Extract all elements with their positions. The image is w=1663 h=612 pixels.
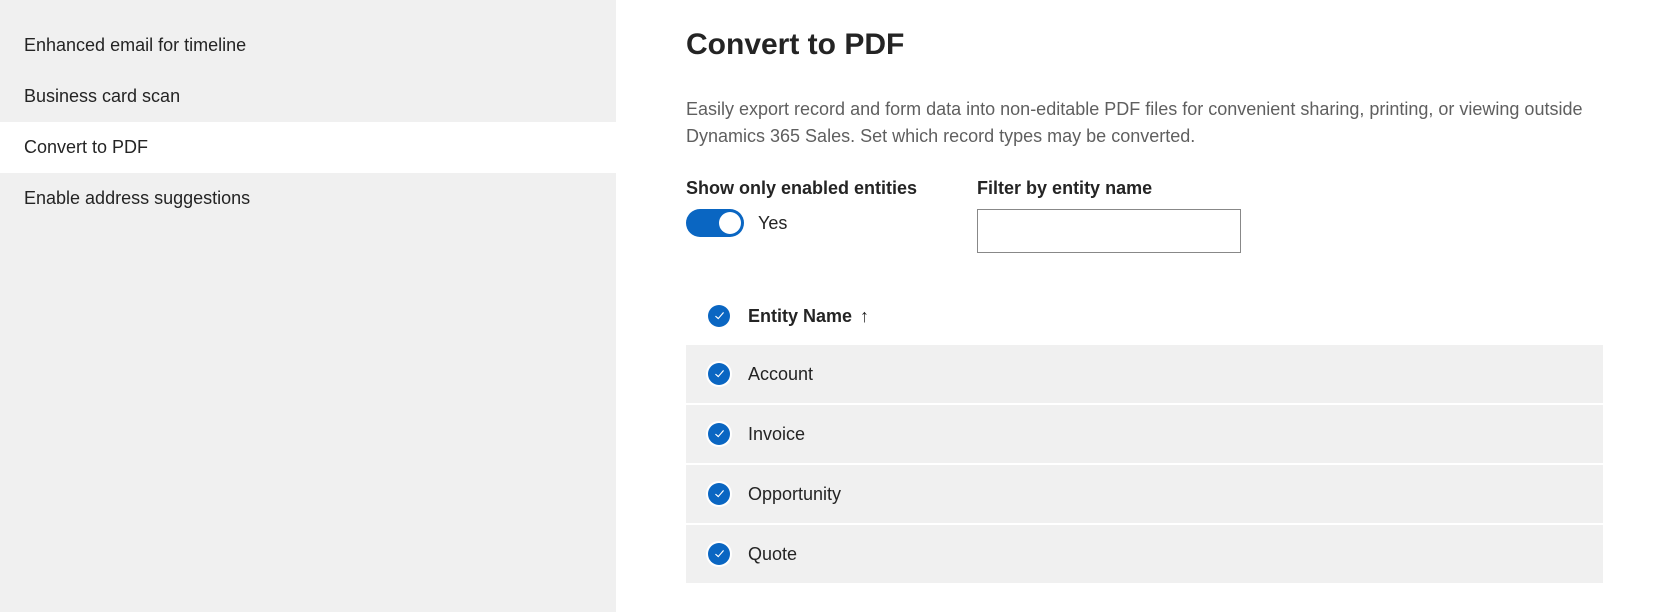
filter-entity-input[interactable] bbox=[977, 209, 1241, 253]
filter-group: Filter by entity name bbox=[977, 178, 1241, 253]
check-icon bbox=[713, 310, 726, 323]
table-header: Entity Name ↑ bbox=[686, 293, 1603, 345]
toggle-value: Yes bbox=[758, 213, 787, 234]
row-entity-name: Account bbox=[748, 364, 813, 385]
column-header-entity-name[interactable]: Entity Name ↑ bbox=[748, 306, 869, 327]
sidebar-item-business-card-scan[interactable]: Business card scan bbox=[0, 71, 616, 122]
sidebar-item-enhanced-email[interactable]: Enhanced email for timeline bbox=[0, 20, 616, 71]
controls-row: Show only enabled entities Yes Filter by… bbox=[686, 178, 1603, 253]
row-entity-name: Quote bbox=[748, 544, 797, 565]
toggle-row: Yes bbox=[686, 209, 917, 237]
sidebar-item-convert-to-pdf[interactable]: Convert to PDF bbox=[0, 122, 616, 173]
row-entity-name: Invoice bbox=[748, 424, 805, 445]
row-entity-name: Opportunity bbox=[748, 484, 841, 505]
table-row[interactable]: Opportunity bbox=[686, 465, 1603, 525]
main-content: Convert to PDF Easily export record and … bbox=[616, 0, 1663, 612]
page-title: Convert to PDF bbox=[686, 28, 1603, 62]
row-checkbox[interactable] bbox=[708, 363, 730, 385]
toggle-knob bbox=[719, 212, 741, 234]
select-all-checkbox[interactable] bbox=[708, 305, 730, 327]
table-row[interactable]: Quote bbox=[686, 525, 1603, 585]
page-description: Easily export record and form data into … bbox=[686, 96, 1586, 150]
row-checkbox[interactable] bbox=[708, 483, 730, 505]
row-checkbox[interactable] bbox=[708, 423, 730, 445]
table-row[interactable]: Account bbox=[686, 345, 1603, 405]
check-icon bbox=[713, 368, 726, 381]
column-header-label: Entity Name bbox=[748, 306, 852, 327]
sidebar-item-enable-address-suggestions[interactable]: Enable address suggestions bbox=[0, 173, 616, 224]
table-row[interactable]: Invoice bbox=[686, 405, 1603, 465]
toggle-group: Show only enabled entities Yes bbox=[686, 178, 917, 253]
check-icon bbox=[713, 548, 726, 561]
entities-table: Entity Name ↑ Account Invoice Opportunit… bbox=[686, 293, 1603, 585]
check-icon bbox=[713, 428, 726, 441]
sort-ascending-icon: ↑ bbox=[860, 306, 869, 327]
check-icon bbox=[713, 488, 726, 501]
show-enabled-toggle[interactable] bbox=[686, 209, 744, 237]
row-checkbox[interactable] bbox=[708, 543, 730, 565]
toggle-label: Show only enabled entities bbox=[686, 178, 917, 199]
sidebar: Enhanced email for timeline Business car… bbox=[0, 0, 616, 612]
filter-label: Filter by entity name bbox=[977, 178, 1241, 199]
